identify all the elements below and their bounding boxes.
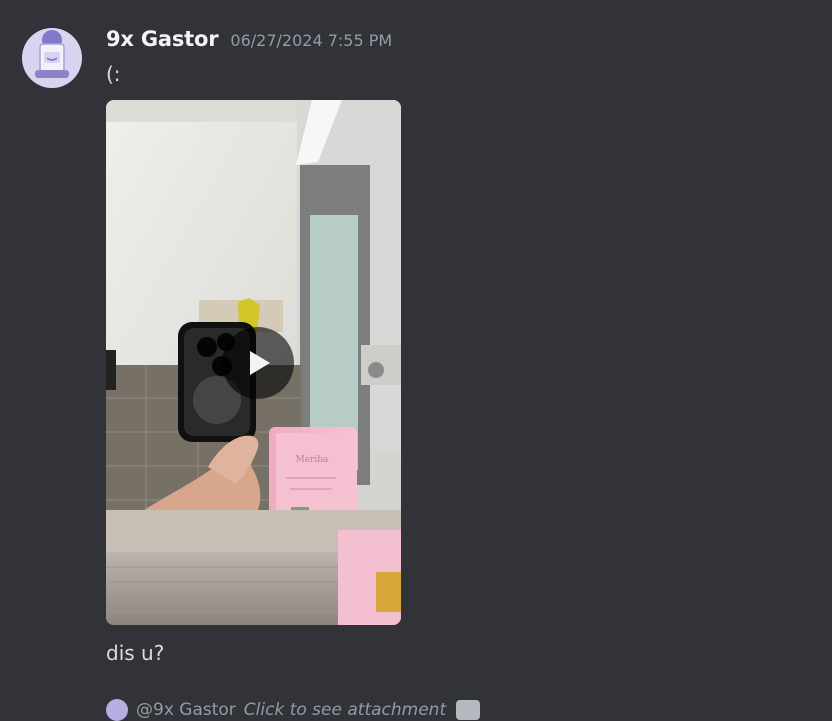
avatar-image [22,28,82,88]
svg-text:Meriba: Meriba [296,455,329,465]
message-caption: dis u? [106,641,165,665]
play-button[interactable] [222,327,294,399]
play-icon [250,351,270,375]
chat-message: 9x Gastor 06/27/2024 7:55 PM (: Meriba d… [0,0,832,721]
message-header: 9x Gastor 06/27/2024 7:55 PM [106,27,392,55]
reply-text: Click to see attachment [243,700,447,720]
reply-avatar [106,699,128,721]
message-text: (: [106,62,121,86]
username[interactable]: 9x Gastor [106,27,219,51]
timestamp[interactable]: 06/27/2024 7:55 PM [230,31,392,50]
video-attachment[interactable]: Meriba [106,100,401,625]
reply-mention[interactable]: @9x Gastor [136,700,236,720]
user-avatar[interactable] [22,28,82,88]
reply-preview[interactable]: @9x Gastor Click to see attachment [106,699,481,721]
image-icon [456,700,481,720]
